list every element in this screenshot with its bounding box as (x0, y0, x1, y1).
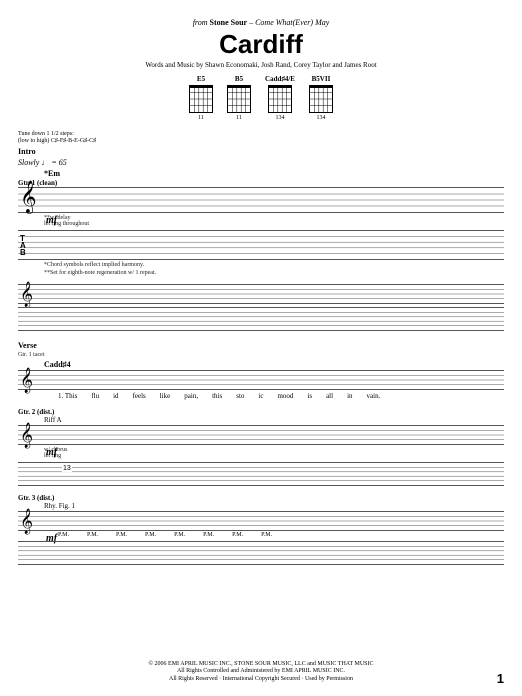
tablature-staff: TAB (18, 230, 504, 260)
chord-symbol: Cadd♯4 (44, 360, 504, 369)
chord-diagram: B5VII 134 (309, 75, 333, 121)
verse-section-header: Verse (18, 341, 504, 350)
chord-fingering: 11 (189, 115, 213, 121)
tuning-line2: (low to high) C♯-F♯-B-E-G♯-C♯ (18, 138, 504, 145)
page-number: 1 (497, 671, 504, 686)
chord-grid-icon (227, 85, 251, 113)
lyric-syllable: like (160, 392, 171, 400)
notation-system-intro1: 𝄞 mf **w/ delay let ring throughout TAB … (18, 187, 504, 276)
notation-system-gtr2: 𝄞 mf w/ chorus let ring 13 (18, 425, 504, 486)
effect-annotation: **w/ delay let ring throughout (44, 215, 504, 227)
lyric-syllable: in (347, 392, 352, 400)
chord-grid-icon (189, 85, 213, 113)
source-line: from Stone Sour – Come What(Ever) May (18, 18, 504, 27)
palm-mute-marking: P.M. (87, 532, 98, 538)
section-label: Verse (18, 341, 37, 350)
chord-diagram: Cadd♯4/E 134 (265, 75, 295, 121)
palm-mute-line: P.M. P.M. P.M. P.M. P.M. P.M. P.M. P.M. (58, 532, 504, 538)
rhythm-figure-label: Rhy. Fig. 1 (44, 502, 504, 510)
dynamic-marking: mf (46, 447, 57, 458)
chord-fingering: 11 (227, 115, 251, 121)
tablature-staff (18, 541, 504, 565)
standard-notation-staff: 𝄞 mf (18, 187, 504, 213)
lyric-syllable: mood (277, 392, 293, 400)
palm-mute-marking: P.M. (232, 532, 243, 538)
lyric-syllable: id (113, 392, 118, 400)
treble-clef-icon: 𝄞 (20, 424, 33, 446)
chord-diagram: B5 11 (227, 75, 251, 121)
technique-annotation: w/ chorus let ring (44, 447, 504, 459)
chord-grid-icon (268, 85, 292, 113)
tempo-marking: Slowly ♩ = 65 (18, 158, 67, 167)
lyric-syllable: feels (133, 392, 146, 400)
song-title: Cardiff (18, 29, 504, 60)
tablature-staff: 13 (18, 462, 504, 486)
lyric-syllable: ic (258, 392, 263, 400)
tab-fret-number: 13 (62, 465, 72, 472)
guitar3-part-label: Gtr. 3 (dist.) (18, 494, 504, 502)
chord-symbol: *Em (44, 169, 504, 178)
notation-system-intro2: 𝄞 (18, 284, 504, 331)
treble-clef-icon: 𝄞 (20, 369, 33, 391)
copyright-line: © 2006 EMI APRIL MUSIC INC., STONE SOUR … (0, 661, 522, 669)
chord-name: B5 (227, 75, 251, 83)
section-label: Intro (18, 147, 36, 156)
tempo-row: Slowly ♩ = 65 (18, 158, 504, 167)
palm-mute-marking: P.M. (58, 532, 69, 538)
songwriting-credits: Words and Music by Shawn Economaki, Josh… (18, 61, 504, 69)
guitar2-part-label: Gtr. 2 (dist.) (18, 408, 504, 416)
copyright-line: All Rights Controlled and Administered b… (0, 668, 522, 676)
chord-name: E5 (189, 75, 213, 83)
artist-name: Stone Sour (210, 18, 248, 27)
album-name: Come What(Ever) May (255, 18, 329, 27)
copyright-block: © 2006 EMI APRIL MUSIC INC., STONE SOUR … (0, 661, 522, 684)
palm-mute-marking: P.M. (145, 532, 156, 538)
treble-clef-icon: 𝄞 (20, 283, 33, 305)
lyric-syllable: this (212, 392, 222, 400)
treble-clef-icon: 𝄞 (20, 510, 33, 532)
footnote: **Set for eighth-note regeneration w/ 1 … (44, 270, 504, 276)
chord-name: Cadd♯4/E (265, 75, 295, 83)
tuning-instructions: Tune down 1 1/2 steps: (low to high) C♯-… (18, 131, 504, 145)
footnote: *Chord symbols reflect implied harmony. (44, 262, 504, 268)
standard-notation-staff: 𝄞 mf (18, 511, 504, 531)
chord-fingering: 134 (309, 115, 333, 121)
lyric-syllable: is (307, 392, 312, 400)
notation-system-verse-vocal: 𝄞 1. This flu id feels like pain, this s… (18, 370, 504, 400)
tab-label-icon: TAB (20, 235, 26, 256)
lyric-syllable: all (326, 392, 333, 400)
riff-label: Riff A (44, 416, 504, 424)
vocal-staff: 𝄞 (18, 370, 504, 390)
from-prefix: from (193, 18, 208, 27)
chord-diagram-row: E5 11 B5 11 Cadd♯4/E 134 B5VII 134 (18, 75, 504, 121)
palm-mute-marking: P.M. (261, 532, 272, 538)
lyric-syllable: flu (91, 392, 99, 400)
standard-notation-staff: 𝄞 mf (18, 425, 504, 445)
guitar-part-label: Gtr. 1 (clean) (18, 179, 504, 187)
treble-clef-icon: 𝄞 (20, 184, 37, 212)
chord-name: B5VII (309, 75, 333, 83)
standard-notation-staff: 𝄞 (18, 284, 504, 304)
palm-mute-marking: P.M. (116, 532, 127, 538)
dynamic-marking: mf (46, 215, 57, 226)
chord-diagram: E5 11 (189, 75, 213, 121)
lyric-syllable: 1. This (58, 392, 77, 400)
guitar-tacet: Gtr. 1 tacet (18, 352, 504, 358)
intro-section-header: Intro (18, 147, 504, 156)
lyric-syllable: pain, (184, 392, 198, 400)
lyric-syllable: sto (236, 392, 244, 400)
notation-system-gtr3: 𝄞 mf P.M. P.M. P.M. P.M. P.M. P.M. P.M. … (18, 511, 504, 565)
palm-mute-marking: P.M. (174, 532, 185, 538)
chord-fingering: 134 (265, 115, 295, 121)
tablature-staff (18, 307, 504, 331)
chord-grid-icon (309, 85, 333, 113)
copyright-line: All Rights Reserved · International Copy… (0, 676, 522, 684)
lyric-line: 1. This flu id feels like pain, this sto… (58, 392, 504, 400)
lyric-syllable: vain. (367, 392, 381, 400)
sheet-header: from Stone Sour – Come What(Ever) May Ca… (18, 18, 504, 69)
palm-mute-marking: P.M. (203, 532, 214, 538)
